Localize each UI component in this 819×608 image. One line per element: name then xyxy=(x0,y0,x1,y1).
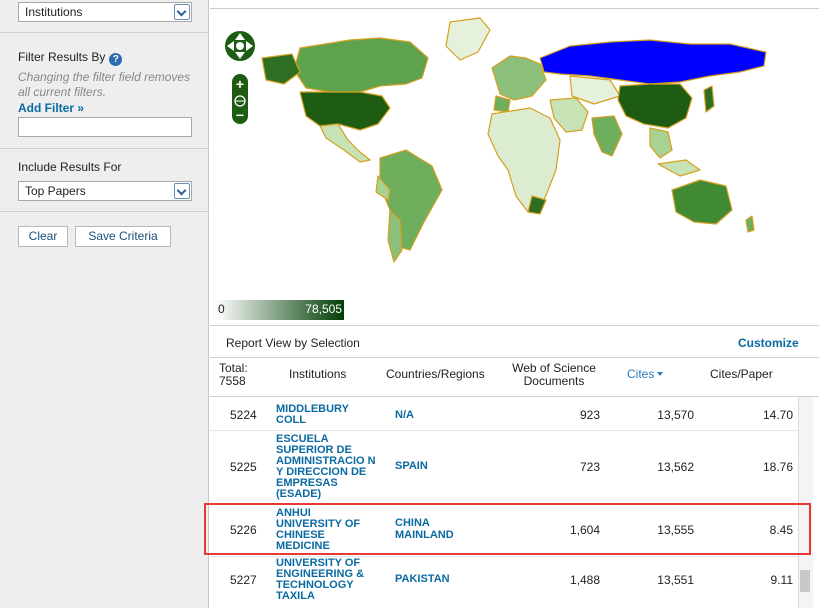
sidebar: Institutions Filter Results By? Changing… xyxy=(0,0,209,608)
table-header: Total: 7558 Institutions Countries/Regio… xyxy=(210,357,819,397)
cites: 13,562 xyxy=(657,460,694,474)
southeast-asia xyxy=(649,127,673,159)
rank: 5224 xyxy=(230,408,257,422)
filter-results-label: Filter Results By xyxy=(18,50,106,64)
cites-per-paper-header[interactable]: Cites/Paper xyxy=(710,368,773,381)
customize-link[interactable]: Customize xyxy=(738,336,799,350)
country-link[interactable]: SPAIN xyxy=(395,460,428,472)
zoom-in-icon: + xyxy=(236,76,244,92)
cites-per-paper: 9.11 xyxy=(770,573,793,587)
filter-input[interactable] xyxy=(18,117,192,137)
cites-header[interactable]: Cites xyxy=(627,367,664,381)
divider xyxy=(0,211,209,212)
group-select-value: Institutions xyxy=(25,5,83,19)
spain xyxy=(493,95,511,113)
wos-docs-header[interactable]: Web of Science Documents xyxy=(506,362,602,388)
include-results-label: Include Results For xyxy=(18,160,122,174)
zoom-out-icon: − xyxy=(236,107,244,123)
legend-max: 78,505 xyxy=(305,302,342,316)
usa xyxy=(299,91,391,131)
map-top-border xyxy=(210,8,819,9)
include-select[interactable]: Top Papers xyxy=(18,181,192,201)
australia xyxy=(671,179,733,225)
middle-east xyxy=(549,97,589,133)
cites: 13,551 xyxy=(657,573,694,587)
country-link[interactable]: PAKISTAN xyxy=(395,573,450,585)
china xyxy=(617,83,693,129)
africa xyxy=(487,107,561,213)
legend-min: 0 xyxy=(218,302,225,316)
table-row: 5224 MIDDLEBURY COLL N/A 923 13,570 14.7… xyxy=(210,397,798,431)
map-zoom-controls[interactable]: + − xyxy=(222,28,258,124)
institution-link[interactable]: UNIVERSITY OF ENGINEERING & TECHNOLOGY T… xyxy=(276,558,376,602)
filter-hint: Changing the filter field removes all cu… xyxy=(18,70,191,99)
total-header: Total: 7558 xyxy=(219,362,264,388)
institution-link[interactable]: MIDDLEBURY COLL xyxy=(276,404,376,426)
cites: 13,570 xyxy=(657,408,694,422)
cites-per-paper: 14.70 xyxy=(762,408,793,422)
sort-desc-icon xyxy=(657,372,664,376)
map-legend: 0 78,505 xyxy=(216,300,344,320)
clear-button[interactable]: Clear xyxy=(18,226,68,247)
report-view-title: Report View by Selection xyxy=(226,336,360,350)
highlight-box xyxy=(204,503,811,555)
europe xyxy=(491,55,547,101)
institution-link[interactable]: ESCUELA SUPERIOR DE ADMINISTRACIO N Y DI… xyxy=(276,434,376,500)
help-icon[interactable]: ? xyxy=(109,53,123,66)
new-zealand xyxy=(745,215,755,233)
greenland xyxy=(445,17,491,61)
wos-docs: 1,488 xyxy=(569,573,600,587)
country-link[interactable]: N/A xyxy=(395,409,414,421)
rank: 5227 xyxy=(230,573,257,587)
institutions-header[interactable]: Institutions xyxy=(289,368,346,381)
world-map[interactable] xyxy=(210,0,819,326)
include-select-value: Top Papers xyxy=(25,184,86,198)
divider xyxy=(0,148,209,149)
chevron-down-icon[interactable] xyxy=(174,4,190,20)
indonesia xyxy=(657,159,701,177)
table-row: 5227 UNIVERSITY OF ENGINEERING & TECHNOL… xyxy=(210,557,798,608)
alaska xyxy=(261,53,301,85)
group-select[interactable]: Institutions xyxy=(18,2,192,22)
total-count: 7558 xyxy=(219,374,246,388)
rank: 5225 xyxy=(230,460,257,474)
wos-docs: 723 xyxy=(579,460,600,474)
scrollbar-thumb[interactable] xyxy=(800,570,810,592)
save-criteria-button[interactable]: Save Criteria xyxy=(75,226,171,247)
japan xyxy=(703,85,715,113)
add-filter-link[interactable]: Add Filter » xyxy=(18,101,84,115)
india xyxy=(591,115,623,157)
wos-docs: 923 xyxy=(579,408,600,422)
chevron-down-icon[interactable] xyxy=(174,183,190,199)
cites-header-label: Cites xyxy=(627,367,655,381)
canada xyxy=(293,37,429,93)
divider xyxy=(0,32,209,33)
countries-header[interactable]: Countries/Regions xyxy=(386,368,485,381)
filter-results-heading: Filter Results By? xyxy=(18,50,123,66)
world-map-panel xyxy=(210,0,819,326)
table-row: 5225 ESCUELA SUPERIOR DE ADMINISTRACIO N… xyxy=(210,431,798,505)
cites-per-paper: 18.76 xyxy=(762,460,793,474)
